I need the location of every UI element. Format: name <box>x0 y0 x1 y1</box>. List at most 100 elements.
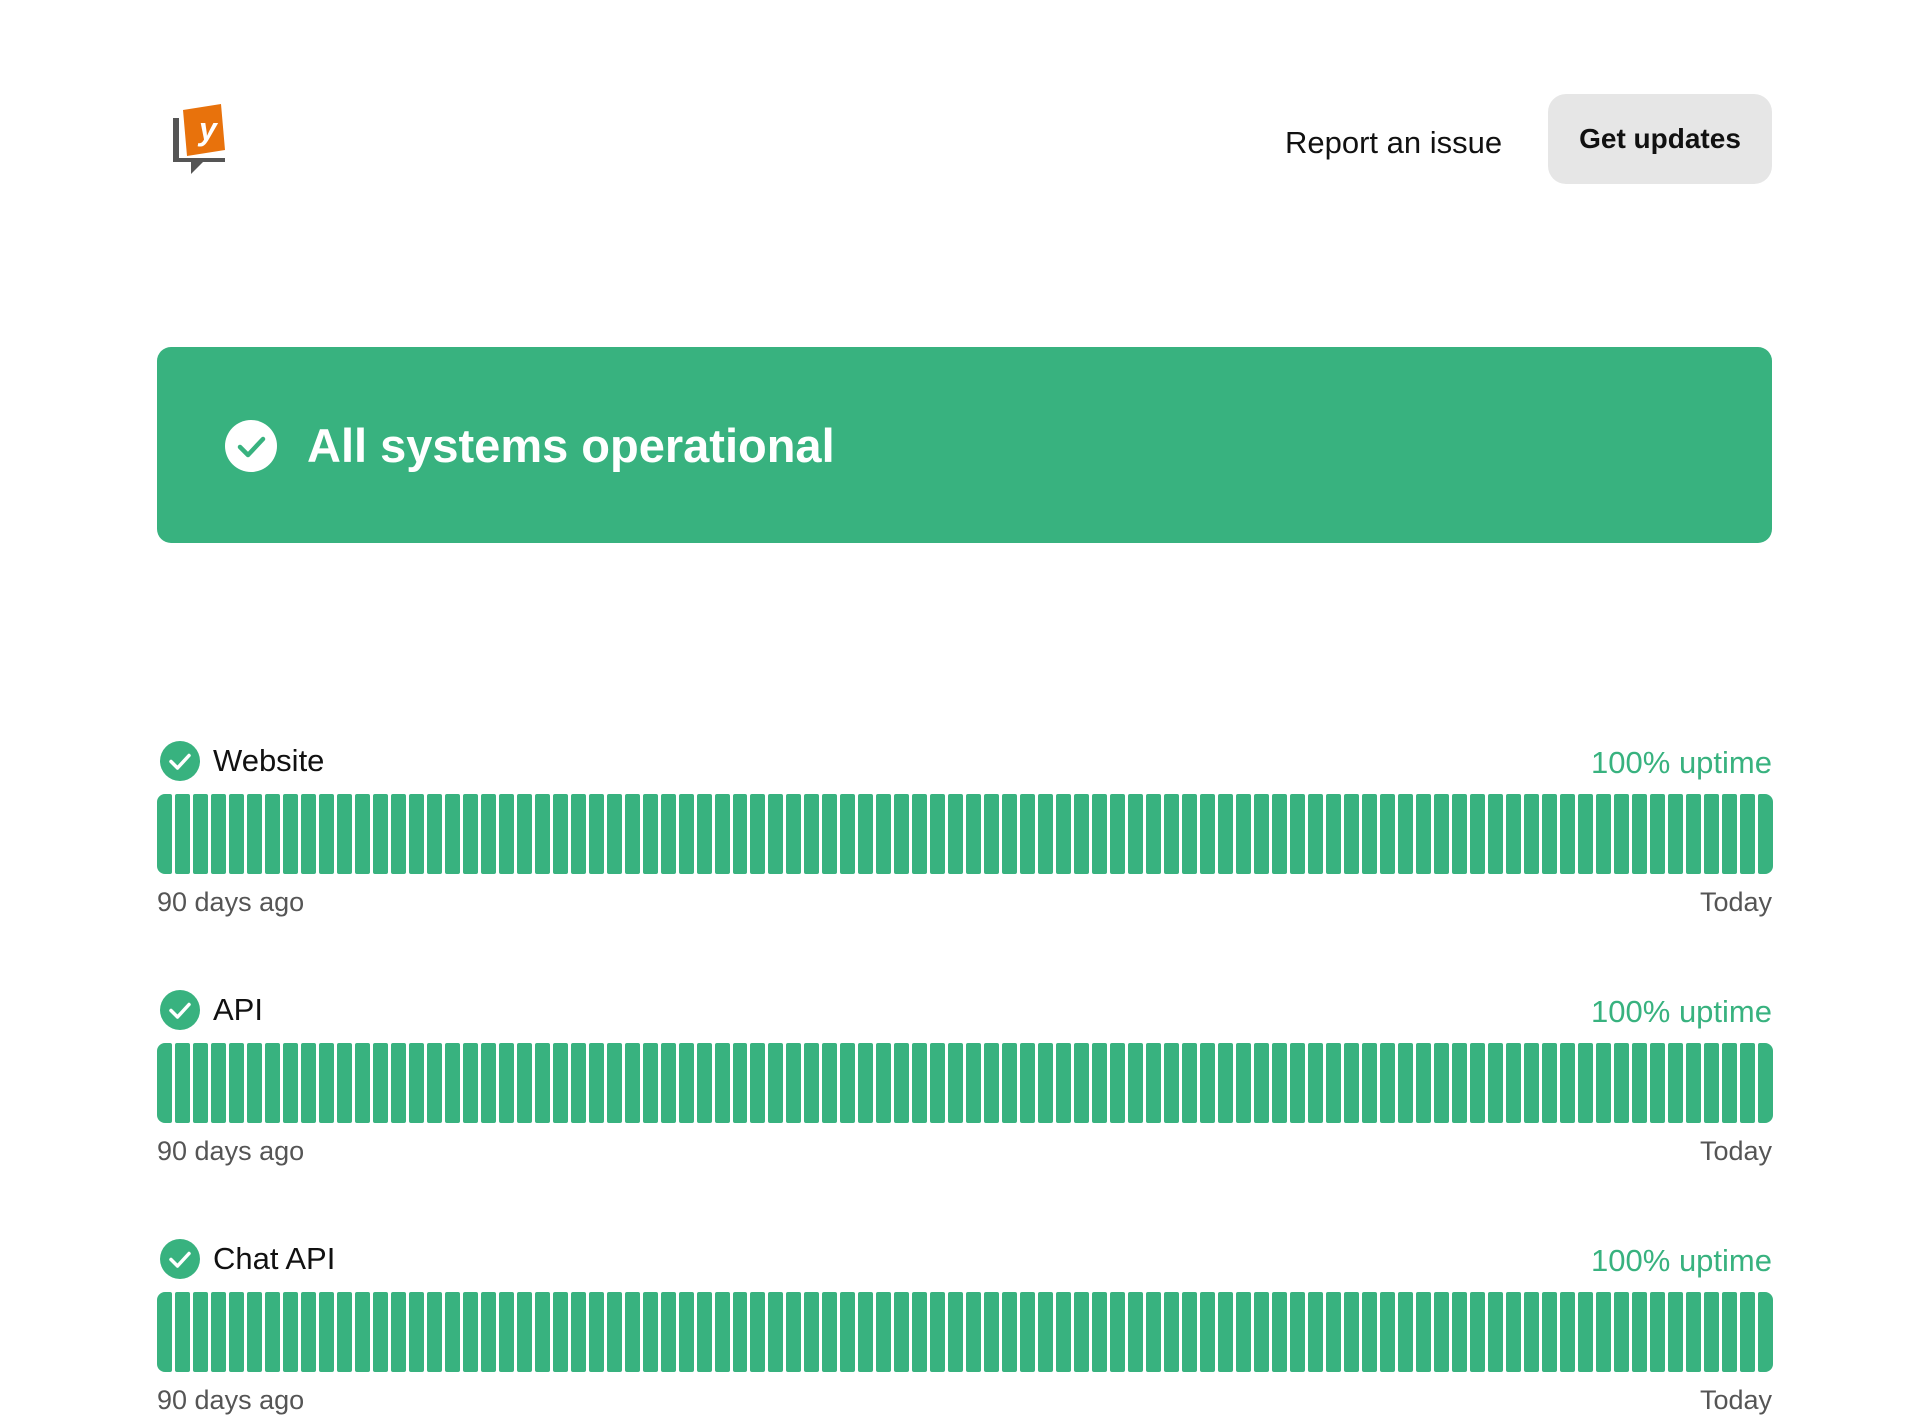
uptime-day-bar[interactable] <box>1739 1043 1755 1123</box>
uptime-day-bar[interactable] <box>642 1292 658 1372</box>
uptime-day-bar[interactable] <box>516 1292 532 1372</box>
uptime-day-bar[interactable] <box>1002 794 1018 874</box>
uptime-day-bar[interactable] <box>1541 1043 1557 1123</box>
uptime-day-bar[interactable] <box>1631 1292 1647 1372</box>
uptime-day-bar[interactable] <box>678 1043 694 1123</box>
uptime-day-bar[interactable] <box>1343 1292 1359 1372</box>
uptime-day-bar[interactable] <box>966 1292 982 1372</box>
uptime-day-bar[interactable] <box>1056 1043 1072 1123</box>
uptime-day-bar[interactable] <box>570 1292 586 1372</box>
uptime-day-bar[interactable] <box>516 1043 532 1123</box>
uptime-day-bar[interactable] <box>1433 1043 1449 1123</box>
uptime-day-bar[interactable] <box>894 794 910 874</box>
uptime-day-bar[interactable] <box>408 794 424 874</box>
uptime-day-bar[interactable] <box>390 1292 406 1372</box>
uptime-day-bar[interactable] <box>174 1292 190 1372</box>
uptime-day-bar[interactable] <box>1559 1292 1575 1372</box>
uptime-day-bar[interactable] <box>1415 1292 1431 1372</box>
uptime-day-bar[interactable] <box>822 794 838 874</box>
uptime-day-bar[interactable] <box>1559 1043 1575 1123</box>
uptime-day-bar[interactable] <box>444 794 460 874</box>
uptime-day-bar[interactable] <box>588 1292 604 1372</box>
uptime-day-bar[interactable] <box>354 1292 370 1372</box>
uptime-day-bar[interactable] <box>1505 1292 1521 1372</box>
uptime-day-bar[interactable] <box>246 1292 262 1372</box>
uptime-day-bar[interactable] <box>606 1043 622 1123</box>
uptime-day-bar[interactable] <box>498 1043 514 1123</box>
uptime-day-bar[interactable] <box>822 1043 838 1123</box>
uptime-day-bar[interactable] <box>264 1292 280 1372</box>
uptime-day-bar[interactable] <box>1092 1043 1108 1123</box>
uptime-day-bar[interactable] <box>552 1043 568 1123</box>
uptime-day-bar[interactable] <box>1038 1043 1054 1123</box>
uptime-day-bar[interactable] <box>372 1292 388 1372</box>
uptime-day-bar[interactable] <box>498 794 514 874</box>
uptime-day-bar[interactable] <box>1577 794 1593 874</box>
uptime-day-bar[interactable] <box>786 794 802 874</box>
uptime-day-bar[interactable] <box>1128 794 1144 874</box>
uptime-day-bar[interactable] <box>876 1043 892 1123</box>
uptime-day-bar[interactable] <box>372 794 388 874</box>
uptime-day-bar[interactable] <box>750 1043 766 1123</box>
uptime-day-bar[interactable] <box>876 1292 892 1372</box>
uptime-day-bar[interactable] <box>984 794 1000 874</box>
uptime-day-bar[interactable] <box>660 1043 676 1123</box>
uptime-day-bar[interactable] <box>768 1043 784 1123</box>
uptime-day-bar[interactable] <box>660 1292 676 1372</box>
uptime-day-bar[interactable] <box>1667 1292 1683 1372</box>
uptime-day-bar[interactable] <box>192 794 208 874</box>
uptime-day-bar[interactable] <box>1451 794 1467 874</box>
uptime-day-bar[interactable] <box>750 794 766 874</box>
uptime-day-bar[interactable] <box>552 794 568 874</box>
uptime-day-bar[interactable] <box>1325 1043 1341 1123</box>
uptime-day-bar[interactable] <box>1757 1043 1773 1123</box>
uptime-day-bar[interactable] <box>624 1043 640 1123</box>
uptime-day-bar[interactable] <box>282 1292 298 1372</box>
uptime-day-bar[interactable] <box>210 1043 226 1123</box>
uptime-day-bar[interactable] <box>1343 794 1359 874</box>
uptime-day-bar[interactable] <box>678 794 694 874</box>
uptime-day-bar[interactable] <box>1649 1043 1665 1123</box>
uptime-day-bar[interactable] <box>390 794 406 874</box>
uptime-day-bar[interactable] <box>462 1292 478 1372</box>
uptime-day-bar[interactable] <box>354 794 370 874</box>
uptime-day-bar[interactable] <box>606 1292 622 1372</box>
uptime-day-bar[interactable] <box>1200 794 1216 874</box>
uptime-day-bar[interactable] <box>1469 1292 1485 1372</box>
uptime-day-bar[interactable] <box>1649 794 1665 874</box>
uptime-day-bar[interactable] <box>174 1043 190 1123</box>
uptime-day-bar[interactable] <box>1667 794 1683 874</box>
uptime-day-bar[interactable] <box>1613 794 1629 874</box>
uptime-day-bar[interactable] <box>1397 1292 1413 1372</box>
uptime-day-bar[interactable] <box>1020 1292 1036 1372</box>
uptime-day-bar[interactable] <box>1595 1292 1611 1372</box>
uptime-day-bar[interactable] <box>1020 794 1036 874</box>
uptime-day-bar[interactable] <box>1487 1043 1503 1123</box>
uptime-day-bar[interactable] <box>157 794 172 874</box>
get-updates-button[interactable]: Get updates <box>1548 94 1772 184</box>
uptime-day-bar[interactable] <box>300 794 316 874</box>
uptime-day-bar[interactable] <box>534 794 550 874</box>
uptime-day-bar[interactable] <box>1523 1292 1539 1372</box>
uptime-day-bar[interactable] <box>1613 1292 1629 1372</box>
uptime-day-bar[interactable] <box>1523 794 1539 874</box>
uptime-day-bar[interactable] <box>1379 794 1395 874</box>
uptime-day-bar[interactable] <box>1577 1043 1593 1123</box>
uptime-day-bar[interactable] <box>1038 1292 1054 1372</box>
uptime-day-bar[interactable] <box>534 1292 550 1372</box>
uptime-day-bar[interactable] <box>157 1043 172 1123</box>
uptime-day-bar[interactable] <box>570 1043 586 1123</box>
uptime-day-bar[interactable] <box>1685 794 1701 874</box>
uptime-day-bar[interactable] <box>1541 794 1557 874</box>
uptime-day-bar[interactable] <box>1757 794 1773 874</box>
uptime-day-bar[interactable] <box>1667 1043 1683 1123</box>
uptime-day-bar[interactable] <box>840 1292 856 1372</box>
uptime-day-bar[interactable] <box>948 794 964 874</box>
uptime-day-bar[interactable] <box>264 1043 280 1123</box>
uptime-day-bar[interactable] <box>1541 1292 1557 1372</box>
uptime-day-bar[interactable] <box>1685 1292 1701 1372</box>
uptime-day-bar[interactable] <box>228 1292 244 1372</box>
uptime-day-bar[interactable] <box>840 794 856 874</box>
uptime-day-bar[interactable] <box>1308 1292 1323 1372</box>
uptime-day-bar[interactable] <box>1182 1043 1198 1123</box>
